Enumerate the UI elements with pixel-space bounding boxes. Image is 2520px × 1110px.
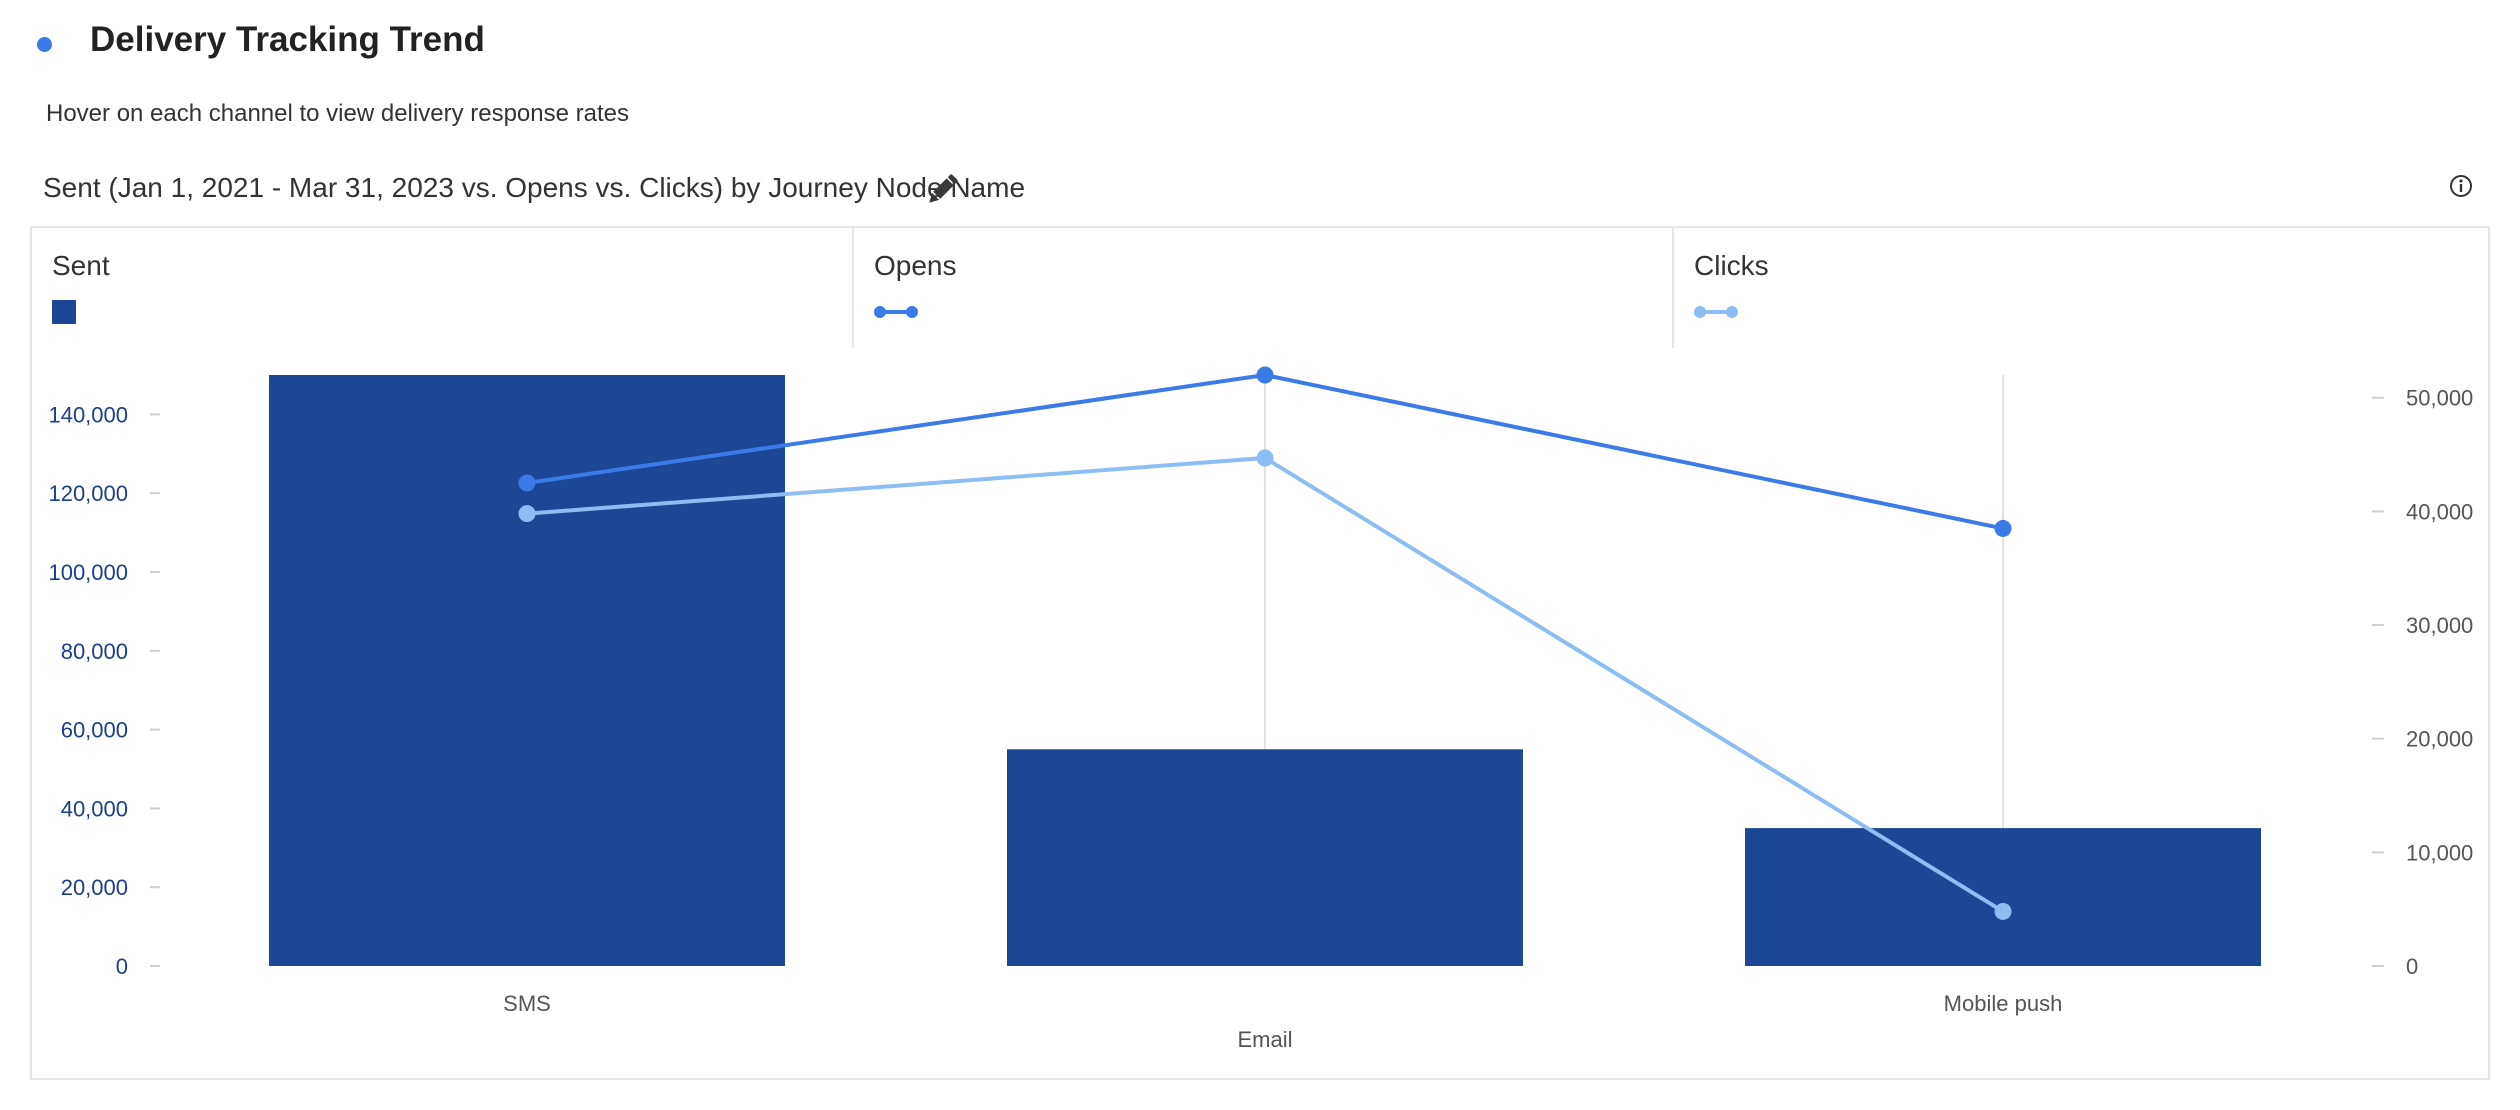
point-opens-sms: [518, 474, 536, 492]
bar-sent-mobile-push: [1745, 828, 2261, 966]
y-left-tick-label: 120,000: [48, 481, 128, 506]
bar-sent-sms: [269, 375, 785, 966]
point-clicks-email: [1256, 449, 1274, 467]
point-clicks-sms: [518, 505, 536, 523]
x-category-label: Mobile push: [1944, 991, 2063, 1016]
y-right-tick-label: 20,000: [2406, 727, 2473, 752]
y-left-tick-label: 140,000: [48, 402, 128, 427]
y-right-tick-label: 30,000: [2406, 613, 2473, 638]
y-left-tick-label: 60,000: [61, 718, 128, 743]
y-right-tick-label: 40,000: [2406, 499, 2473, 524]
point-clicks-mobile-push: [1994, 902, 2012, 920]
x-category-label: SMS: [503, 991, 551, 1016]
x-category-label: Email: [1237, 1027, 1292, 1052]
y-right-tick-label: 0: [2406, 954, 2418, 979]
bar-sent-email: [1007, 749, 1523, 966]
y-left-tick-label: 20,000: [61, 875, 128, 900]
y-left-tick-label: 100,000: [48, 560, 128, 585]
point-opens-mobile-push: [1994, 519, 2012, 537]
point-opens-email: [1256, 366, 1274, 384]
delivery-chart: 0 20,000 40,000 60,000 80,000 100,000 120,000 1…: [48, 366, 2473, 1052]
y-left-tick-label: 80,000: [61, 639, 128, 664]
y-left-tick-label: 40,000: [61, 796, 128, 821]
y-right-tick-label: 10,000: [2406, 840, 2473, 865]
y-right-tick-label: 50,000: [2406, 386, 2473, 411]
y-left-tick-label: 0: [116, 954, 128, 979]
